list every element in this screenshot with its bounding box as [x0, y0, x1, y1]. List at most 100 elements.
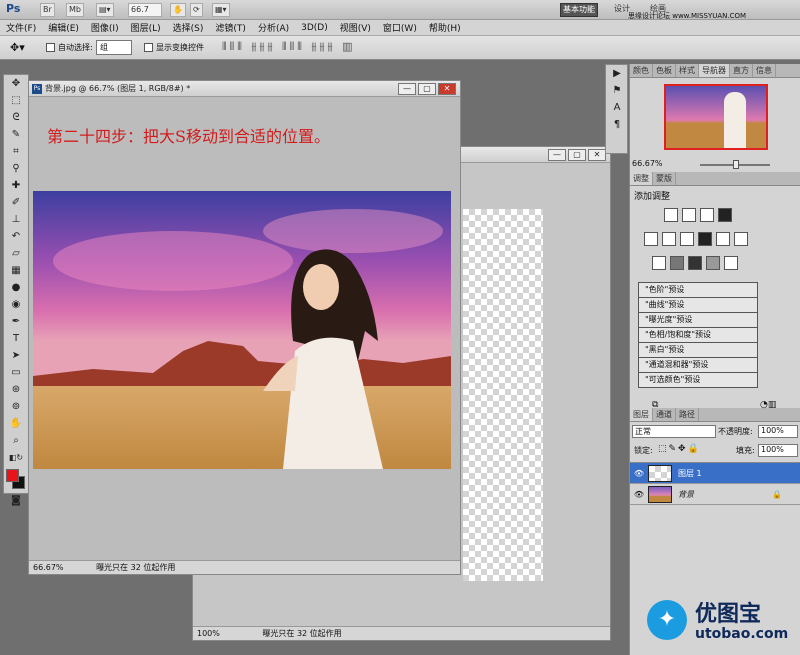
close-icon[interactable]: ✕	[588, 149, 606, 161]
guides-icon[interactable]: ▤▾	[96, 3, 114, 17]
opacity-input[interactable]: 100%	[758, 425, 798, 438]
brush-tool-icon[interactable]: ✐	[5, 195, 27, 211]
visibility-eye-icon[interactable]: 👁	[630, 469, 648, 478]
shape-tool-icon[interactable]: ▭	[5, 365, 27, 381]
preset-hue-saturation[interactable]: "色相/饱和度"预设	[638, 328, 758, 343]
tab-adjustments[interactable]: 调整	[630, 172, 653, 185]
vibrance-icon[interactable]	[644, 232, 658, 246]
document-window-front[interactable]: Ps 背景.jpg @ 66.7% (图层 1, RGB/8#) * — ▢ ✕…	[28, 80, 461, 575]
tab-layers[interactable]: 图层	[630, 408, 653, 421]
channel-mixer-icon[interactable]	[734, 232, 748, 246]
back-zoom-readout[interactable]: 100%	[197, 629, 220, 638]
layer-row-background[interactable]: 👁 背景 🔒	[630, 484, 800, 505]
tab-styles[interactable]: 样式	[676, 64, 699, 77]
hue-saturation-icon[interactable]	[662, 232, 676, 246]
tab-info[interactable]: 信息	[753, 64, 776, 77]
minimize-icon[interactable]: —	[548, 149, 566, 161]
menu-layer[interactable]: 图层(L)	[125, 21, 167, 34]
show-transform-checkbox[interactable]	[144, 43, 153, 52]
pen-tool-icon[interactable]: ✒	[5, 314, 27, 330]
paragraph-panel-icon[interactable]: ¶	[606, 117, 628, 133]
3d-rotate-tool-icon[interactable]: ⊛	[5, 382, 27, 398]
curves-icon[interactable]	[700, 208, 714, 222]
auto-select-dropdown[interactable]: 组	[96, 40, 132, 55]
minimize-icon[interactable]: —	[398, 83, 416, 95]
bridge-icon[interactable]: Br	[40, 3, 55, 17]
align-buttons-icon[interactable]: ⫴⫴⫴ ⫵⫵⫵ ⫴⫴⫴ ⫵⫵⫵ ▥	[222, 40, 355, 54]
marquee-tool-icon[interactable]: ⬚	[5, 93, 27, 109]
quick-mask-icon[interactable]: ◙	[5, 493, 27, 509]
quick-select-tool-icon[interactable]: ✎	[5, 127, 27, 143]
selective-color-icon[interactable]	[724, 256, 738, 270]
layer-row-layer1[interactable]: 👁 图层 1	[630, 463, 800, 484]
navigator-thumbnail[interactable]	[664, 84, 768, 150]
maximize-icon[interactable]: ▢	[568, 149, 586, 161]
tab-histogram[interactable]: 直方	[730, 64, 753, 77]
menu-3d[interactable]: 3D(D)	[295, 23, 334, 33]
zoom-level-dropdown[interactable]: 66.7	[128, 3, 162, 17]
menu-analysis[interactable]: 分析(A)	[252, 21, 295, 34]
healing-tool-icon[interactable]: ✚	[5, 178, 27, 194]
history-panel-icon[interactable]: ▶	[606, 66, 628, 82]
foreground-color-swatch[interactable]	[6, 469, 19, 482]
menu-file[interactable]: 文件(F)	[0, 21, 42, 34]
history-brush-tool-icon[interactable]: ↶	[5, 229, 27, 245]
type-tool-icon[interactable]: T	[5, 331, 27, 347]
arrange-documents-icon[interactable]: ▦▾	[212, 3, 230, 17]
lasso-tool-icon[interactable]: ᘓ	[5, 110, 27, 126]
blur-tool-icon[interactable]: ●	[5, 280, 27, 296]
maximize-icon[interactable]: ▢	[418, 83, 436, 95]
menu-help[interactable]: 帮助(H)	[423, 21, 467, 34]
tab-masks[interactable]: 蒙版	[653, 172, 676, 185]
move-tool-icon[interactable]: ✥	[5, 76, 27, 92]
menu-view[interactable]: 视图(V)	[334, 21, 377, 34]
tab-navigator[interactable]: 导航器	[699, 64, 730, 77]
preset-channel-mixer[interactable]: "通道混和器"预设	[638, 358, 758, 373]
auto-select-checkbox[interactable]	[46, 43, 55, 52]
gradient-tool-icon[interactable]: ▦	[5, 263, 27, 279]
preset-curves[interactable]: "曲线"预设	[638, 298, 758, 313]
zoom-tool-icon[interactable]: ⌕	[5, 433, 27, 449]
front-window-titlebar[interactable]: Ps 背景.jpg @ 66.7% (图层 1, RGB/8#) * — ▢ ✕	[29, 81, 460, 97]
move-tool-icon[interactable]: ✥▾	[10, 41, 25, 54]
tab-color[interactable]: 颜色	[630, 64, 653, 77]
lock-icons[interactable]: ⬚✎✥🔒	[658, 444, 701, 454]
color-balance-icon[interactable]	[680, 232, 694, 246]
minibridge-icon[interactable]: Mb	[66, 3, 84, 17]
close-icon[interactable]: ✕	[438, 83, 456, 95]
preset-exposure[interactable]: "曝光度"预设	[638, 313, 758, 328]
zoom-slider-handle[interactable]	[733, 160, 739, 169]
gradient-map-icon[interactable]	[706, 256, 720, 270]
rotate-view-icon[interactable]: ⟳	[190, 3, 203, 17]
photo-filter-icon[interactable]	[716, 232, 730, 246]
brightness-icon[interactable]	[664, 208, 678, 222]
menu-edit[interactable]: 编辑(E)	[42, 21, 85, 34]
threshold-icon[interactable]	[688, 256, 702, 270]
menu-select[interactable]: 选择(S)	[167, 21, 210, 34]
navigator-zoom[interactable]: 66.67%	[632, 159, 663, 168]
front-zoom-readout[interactable]: 66.67%	[33, 563, 64, 572]
tab-paths[interactable]: 路径	[676, 408, 699, 421]
invert-icon[interactable]	[652, 256, 666, 270]
levels-icon[interactable]	[682, 208, 696, 222]
eyedropper-tool-icon[interactable]: ⚲	[5, 161, 27, 177]
3d-orbit-tool-icon[interactable]: ⊚	[5, 399, 27, 415]
menu-filter[interactable]: 滤镜(T)	[209, 21, 252, 34]
character-panel-icon[interactable]: A	[606, 100, 628, 116]
visibility-eye-icon[interactable]: 👁	[630, 490, 648, 499]
canvas-photo[interactable]	[33, 191, 451, 469]
fill-input[interactable]: 100%	[758, 444, 798, 457]
hand-tool-icon[interactable]: ✋	[5, 416, 27, 432]
black-white-icon[interactable]	[698, 232, 712, 246]
preset-black-white[interactable]: "黑白"预设	[638, 343, 758, 358]
hand-view-icon[interactable]: ✋	[170, 3, 186, 17]
blend-mode-dropdown[interactable]: 正常	[632, 425, 716, 438]
path-select-tool-icon[interactable]: ➤	[5, 348, 27, 364]
workspace-essentials-button[interactable]: 基本功能	[560, 3, 598, 17]
preset-selective-color[interactable]: "可选颜色"预设	[638, 373, 758, 388]
eraser-tool-icon[interactable]: ▱	[5, 246, 27, 262]
menu-image[interactable]: 图像(I)	[85, 21, 125, 34]
exposure-icon[interactable]	[718, 208, 732, 222]
menu-window[interactable]: 窗口(W)	[377, 21, 423, 34]
return-to-list-icon[interactable]: ⧉	[652, 400, 658, 410]
